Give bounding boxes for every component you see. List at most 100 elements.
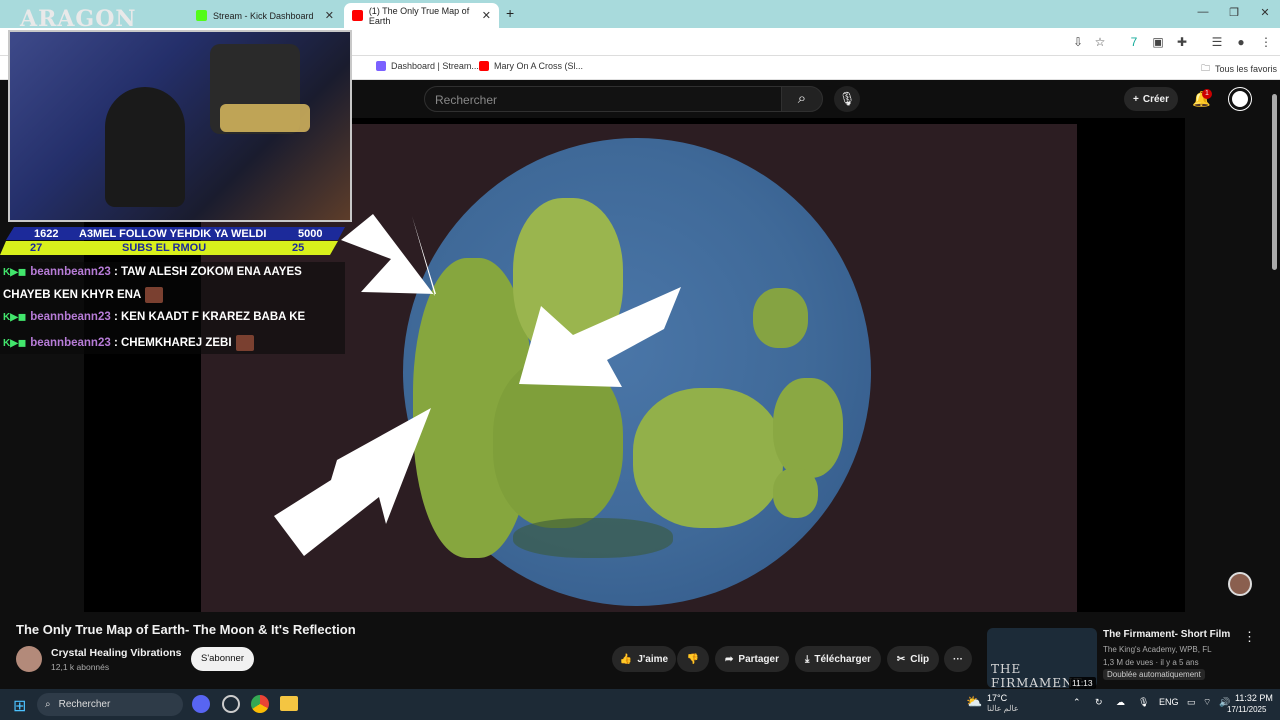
install-app-icon[interactable]: ⇩ xyxy=(1070,35,1086,49)
close-tab-icon[interactable]: ✕ xyxy=(482,9,491,22)
like-label: J'aime xyxy=(637,653,669,665)
tab-kick-dashboard[interactable]: Stream - Kick Dashboard ✕ xyxy=(188,3,342,28)
restore-icon[interactable]: ❐ xyxy=(1226,6,1242,19)
discord-icon[interactable] xyxy=(192,695,210,713)
file-explorer-icon[interactable] xyxy=(280,696,298,711)
aragon-logo: ARAGON xyxy=(20,6,137,32)
cloud-icon[interactable]: ☁ xyxy=(1116,697,1125,708)
goal-sub-target: 25 xyxy=(292,242,305,254)
all-bookmarks-label: Tous les favoris xyxy=(1215,64,1278,74)
channel-name[interactable]: Crystal Healing Vibrations xyxy=(51,647,182,659)
extension-icon[interactable]: 7 xyxy=(1126,35,1142,49)
recommendation-title[interactable]: The Firmament- Short Film xyxy=(1103,629,1230,640)
clock-time[interactable]: 11:32 PM xyxy=(1235,693,1273,703)
all-bookmarks[interactable]: 🗀 Tous les favoris xyxy=(1201,61,1277,77)
minimize-icon[interactable]: — xyxy=(1195,6,1211,18)
white-arrow xyxy=(341,214,436,296)
share-button[interactable]: ➦ Partager xyxy=(715,646,789,672)
chat-badges-icon: K▶◼ xyxy=(3,338,27,350)
kick-favicon-icon xyxy=(196,10,207,21)
profile-icon[interactable]: ● xyxy=(1233,35,1249,49)
subscribe-button[interactable]: S'abonner xyxy=(191,647,254,671)
download-icon: ⤓ xyxy=(804,653,810,665)
windows-start-icon[interactable]: ⊞ xyxy=(13,696,26,716)
tray-chevron-icon[interactable]: ⌃ xyxy=(1073,697,1081,708)
dislike-button[interactable]: 👎 xyxy=(677,646,709,672)
webcam-overlay xyxy=(8,30,352,222)
clip-button[interactable]: ✂ Clip xyxy=(887,646,939,672)
more-actions-button[interactable]: ··· xyxy=(944,646,972,672)
tab-label: Stream - Kick Dashboard xyxy=(213,10,314,21)
emote-icon xyxy=(235,335,254,351)
page-scrollbar[interactable] xyxy=(1272,94,1277,270)
search-input[interactable]: Rechercher xyxy=(424,86,782,112)
chat-badges-icon: K▶◼ xyxy=(3,312,27,323)
weather-temp: 17°C xyxy=(987,693,1008,703)
auto-dubbed-badge: Doublée automatiquement xyxy=(1103,669,1205,680)
plus-icon: + xyxy=(1133,93,1139,105)
scissors-icon: ✂ xyxy=(896,653,906,665)
extension-icon[interactable]: ▣ xyxy=(1150,35,1166,49)
taskbar-search[interactable]: ⌕ Rechercher xyxy=(37,693,183,716)
create-button[interactable]: + Créer xyxy=(1124,87,1178,111)
subscriber-count: 12,1 k abonnés xyxy=(51,662,110,672)
lamp-glow xyxy=(220,104,310,132)
bookmark-favicon-icon xyxy=(479,61,489,71)
weather-icon[interactable]: ⛅ xyxy=(966,694,982,710)
recommendation-channel[interactable]: The King's Academy, WPB, FL xyxy=(1103,645,1212,654)
white-arrow xyxy=(519,287,681,387)
share-label: Partager xyxy=(738,653,779,665)
download-button[interactable]: ⤓ Télécharger xyxy=(795,646,881,672)
goal-sub-count: 27 xyxy=(30,242,43,254)
emote-icon xyxy=(145,287,164,303)
bookmark-label: Dashboard | Stream... xyxy=(391,61,479,71)
chrome-icon[interactable] xyxy=(251,695,269,713)
chat-text: : KEN KAADT F KRAREZ BABA KE xyxy=(113,311,306,323)
bookmark-label: Mary On A Cross (Sl... xyxy=(494,61,584,71)
voice-search-button[interactable]: 🎙 xyxy=(834,86,860,112)
reading-list-icon[interactable]: ☰ xyxy=(1209,35,1225,49)
wifi-icon[interactable]: ⌔ xyxy=(1203,697,1211,708)
microphone-icon[interactable]: 🎙 xyxy=(1138,697,1149,708)
account-avatar[interactable] xyxy=(1229,88,1251,110)
goal-follow-count: 1622 xyxy=(34,228,59,240)
download-label: Télécharger xyxy=(814,653,872,665)
close-tab-icon[interactable]: ✕ xyxy=(325,9,334,22)
chat-message: K▶◼ beannbeann23 : KEN KAADT F KRAREZ BAB… xyxy=(3,311,305,323)
weather-text: عالم عالنا xyxy=(987,704,1019,713)
goal-follow-message: A3MEL FOLLOW YEHDIK YA WELDI xyxy=(79,228,267,240)
chat-username: beannbeann23 xyxy=(30,311,111,323)
extensions-puzzle-icon[interactable]: ✚ xyxy=(1174,35,1190,49)
goal-follow-target: 5000 xyxy=(298,228,323,240)
bookmark-star-icon[interactable]: ☆ xyxy=(1092,35,1108,49)
tab-youtube-video[interactable]: (1) The Only True Map of Earth ✕ xyxy=(344,3,499,28)
thumbs-up-icon: 👍 xyxy=(619,653,633,665)
menu-kebab-icon[interactable]: ⋮ xyxy=(1258,35,1274,49)
tab-label: (1) The Only True Map of Earth xyxy=(368,5,470,26)
like-button[interactable]: 👍 J'aime xyxy=(612,646,676,672)
chat-username: beannbeann23 xyxy=(30,266,111,278)
clock-date[interactable]: 17/11/2025 xyxy=(1227,705,1266,714)
search-button[interactable]: ⌕ xyxy=(781,86,823,112)
channel-avatar[interactable] xyxy=(16,646,42,672)
bookmark-mary-on-a-cross[interactable]: Mary On A Cross (Sl... xyxy=(479,61,583,71)
sync-icon[interactable]: ↻ xyxy=(1095,697,1103,708)
thumbs-down-icon: 👎 xyxy=(686,653,700,665)
mini-avatar-icon xyxy=(1228,572,1252,596)
notifications-badge: 1 xyxy=(1202,89,1212,99)
chat-text: : TAW ALESH ZOKOM ENA AAYES xyxy=(113,266,302,278)
bookmark-dashboard[interactable]: Dashboard | Stream... xyxy=(376,61,479,71)
new-tab-button[interactable]: + xyxy=(506,5,514,21)
app-icon[interactable] xyxy=(222,695,240,713)
display-icon[interactable]: ▭ xyxy=(1187,697,1196,708)
goal-sub-message: SUBS EL RMOU xyxy=(122,242,207,254)
video-title: The Only True Map of Earth- The Moon & I… xyxy=(16,622,356,637)
taskbar-search-label: Rechercher xyxy=(58,699,111,710)
close-icon[interactable]: ✕ xyxy=(1257,6,1273,19)
more-options-icon[interactable]: ⋮ xyxy=(1243,629,1256,645)
mic-icon: 🎙 xyxy=(838,91,856,106)
chat-text: : CHEMKHAREJ ZEBI xyxy=(113,337,232,350)
streamer-silhouette xyxy=(105,87,185,207)
clip-label: Clip xyxy=(910,653,930,665)
language-indicator[interactable]: ENG xyxy=(1159,697,1179,707)
